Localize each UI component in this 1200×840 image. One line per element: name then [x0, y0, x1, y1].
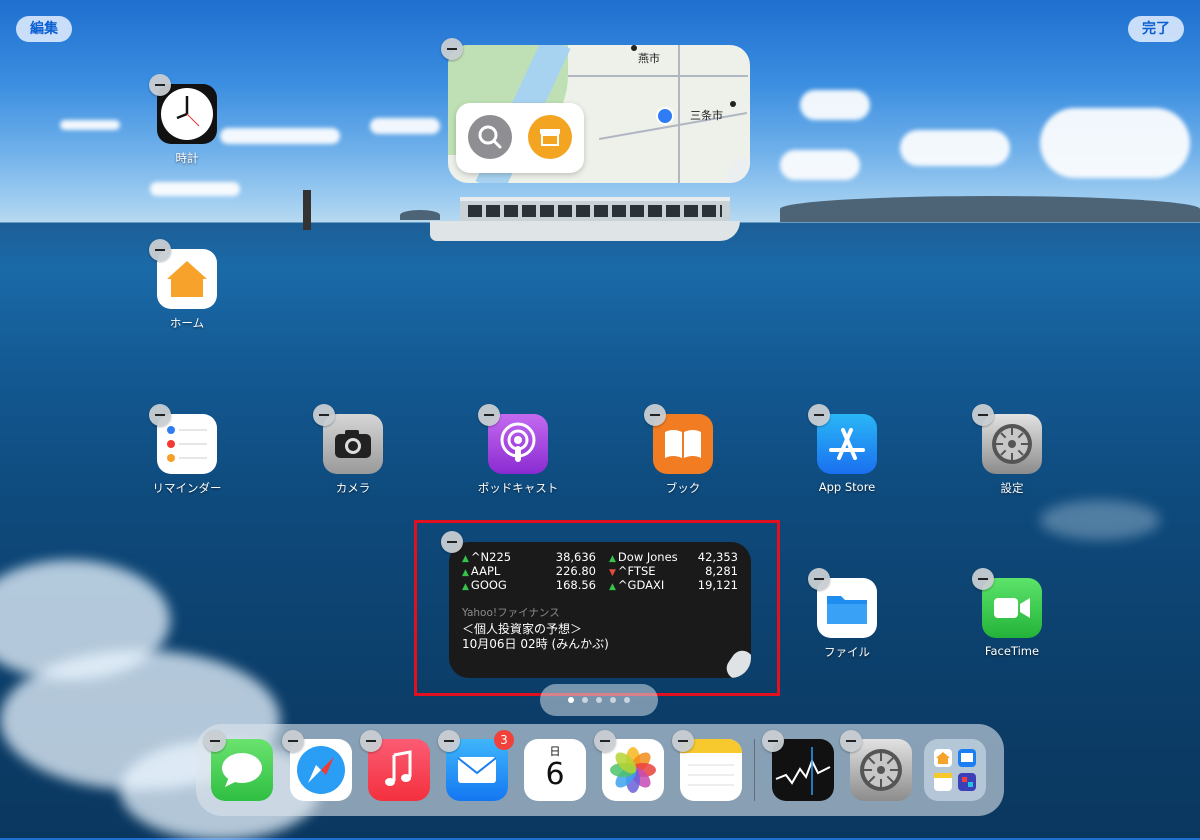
edit-button[interactable]: 編集 [16, 16, 72, 42]
remove-app-button[interactable] [438, 730, 460, 752]
remove-app-button[interactable] [149, 74, 171, 96]
app-label: App Store [818, 480, 876, 494]
mail-badge: 3 [494, 730, 514, 750]
calendar-day: 6 [545, 757, 565, 792]
remove-app-button[interactable] [972, 568, 994, 590]
map-city-label: 燕市 [638, 52, 660, 65]
remove-app-button[interactable] [762, 730, 784, 752]
app-label: 設定 [1000, 481, 1024, 495]
remove-app-button[interactable] [972, 404, 994, 426]
highlight-box [414, 520, 780, 696]
app-label: ポッドキャスト [477, 481, 559, 495]
app-app-store[interactable]: App Store [777, 414, 917, 494]
podcasts-icon [488, 414, 548, 474]
map-city-label: 三条市 [690, 109, 723, 122]
app-label: ホーム [169, 316, 205, 330]
camera-icon [323, 414, 383, 474]
app-label: リマインダー [152, 481, 222, 495]
dock-divider [754, 739, 755, 801]
app-label: FaceTime [984, 644, 1040, 658]
app-books[interactable]: ブック [613, 414, 753, 496]
remove-app-button[interactable] [672, 730, 694, 752]
map-shop-button[interactable] [528, 115, 572, 159]
remove-app-button[interactable] [313, 404, 335, 426]
remove-app-button[interactable] [149, 404, 171, 426]
app-library-icon[interactable] [924, 739, 986, 801]
app-clock[interactable]: 時計 [117, 84, 257, 166]
app-camera[interactable]: カメラ [283, 414, 423, 496]
remove-app-button[interactable] [149, 239, 171, 261]
remove-app-button[interactable] [478, 404, 500, 426]
remove-app-button[interactable] [840, 730, 862, 752]
remove-app-button[interactable] [808, 404, 830, 426]
remove-app-button[interactable] [360, 730, 382, 752]
search-icon [478, 125, 502, 149]
maps-widget[interactable]: 燕市 三条市 [448, 45, 750, 183]
remove-app-button[interactable] [644, 404, 666, 426]
app-files[interactable]: ファイル [777, 578, 917, 660]
remove-app-button[interactable] [204, 730, 226, 752]
app-reminders[interactable]: リマインダー [117, 414, 257, 496]
app-label: 時計 [175, 151, 199, 165]
map-search-button[interactable] [468, 115, 512, 159]
calendar-icon[interactable]: 日 6 [524, 739, 586, 801]
settings-gear-icon [982, 414, 1042, 474]
shop-icon [540, 129, 560, 146]
current-location-dot [656, 107, 674, 125]
remove-app-button[interactable] [282, 730, 304, 752]
page-indicator[interactable] [540, 684, 658, 716]
done-button[interactable]: 完了 [1128, 16, 1184, 42]
app-settings[interactable]: 設定 [942, 414, 1082, 496]
dock: 3 日 6 [196, 724, 1004, 816]
resize-handle[interactable] [721, 153, 750, 183]
ferry-boat [430, 185, 750, 245]
app-home[interactable]: ホーム [117, 249, 257, 331]
remove-app-button[interactable] [808, 568, 830, 590]
remove-map-widget-button[interactable] [441, 38, 463, 60]
app-label: カメラ [335, 481, 371, 495]
settings-icon[interactable] [850, 739, 912, 801]
app-podcasts[interactable]: ポッドキャスト [448, 414, 588, 496]
facetime-video-icon [982, 578, 1042, 638]
stocks-icon[interactable] [772, 739, 834, 801]
app-label: ブック [665, 481, 701, 495]
app-facetime[interactable]: FaceTime [942, 578, 1082, 658]
remove-stocks-widget-button[interactable] [441, 531, 463, 553]
app-label: ファイル [824, 645, 870, 659]
remove-app-button[interactable] [594, 730, 616, 752]
